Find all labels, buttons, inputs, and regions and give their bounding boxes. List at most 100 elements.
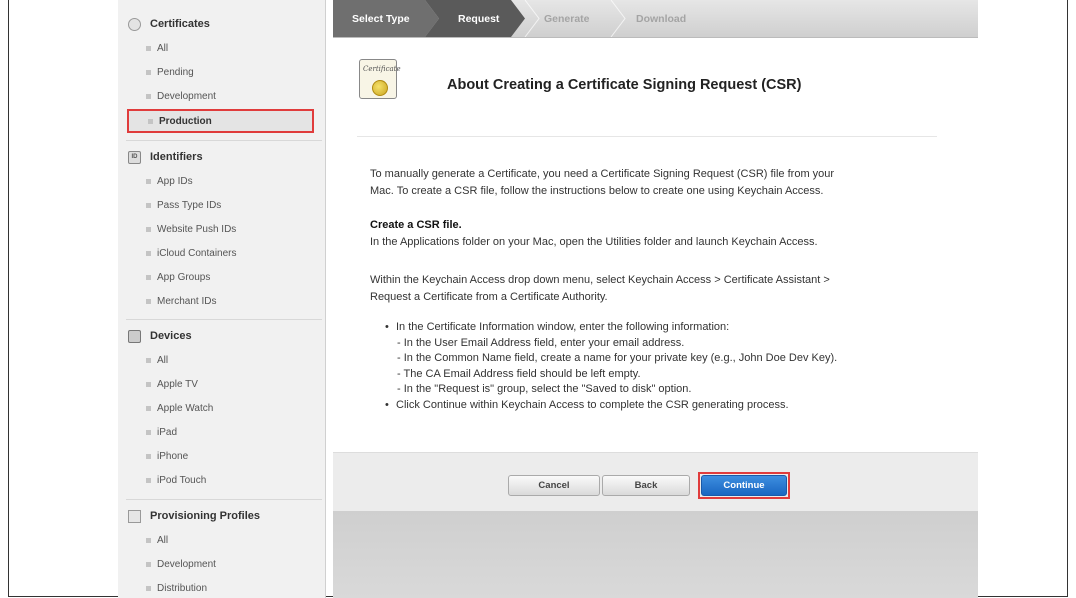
bullet-icon [146,226,151,232]
step-separator [610,0,626,37]
bullet-icon [146,453,151,459]
sidebar-divider [126,319,322,320]
sidebar-item-app-groups[interactable]: App Groups [146,268,210,286]
create-csr-section: Create a CSR file. In the Applications f… [370,217,818,251]
bullet-icon [146,274,151,280]
sidebar-item-label: Development [157,558,216,570]
bullet-icon [146,202,151,208]
step-download: Download [636,12,687,25]
sidebar-item-development[interactable]: Development [146,87,216,105]
sidebar-item-app-ids[interactable]: App IDs [146,172,193,190]
bullet-icon [146,429,151,435]
id-card-icon: ID [128,150,141,164]
sidebar-section-identifiers[interactable]: ID Identifiers [128,147,203,167]
sidebar-item-profiles-development[interactable]: Development [146,555,216,573]
background-area [333,511,978,598]
section-title: Certificates [150,18,210,30]
sidebar-item-ipod-touch[interactable]: iPod Touch [146,471,206,489]
bullet-icon [146,93,151,99]
bullet-icon: • [385,398,389,411]
certificate-icon-label: Certificate [363,65,401,73]
sidebar-item-label: iPod Touch [157,474,207,486]
bullet-icon [146,585,151,591]
seal-icon [372,80,388,96]
bullet-icon [146,561,151,567]
cancel-button[interactable]: Cancel [508,475,600,496]
bullet-icon [148,118,153,124]
sidebar-item-label: iPhone [157,450,189,462]
create-csr-text: In the Applications folder on your Mac, … [370,236,818,248]
bullet-icon [146,537,151,543]
menu-line: Within the Keychain Access drop down men… [370,274,830,286]
divider [357,136,937,137]
sidebar-divider [126,140,322,141]
list-subitem: - In the "Request is" group, select the … [397,383,692,395]
bullet-icon [146,69,151,75]
sidebar-item-label: Apple TV [157,378,198,390]
step-generate: Generate [544,12,590,25]
sidebar-item-profiles-all[interactable]: All [146,531,168,549]
section-title: Identifiers [150,151,203,163]
sidebar-item-label: All [157,534,169,546]
bullet-icon [146,477,151,483]
sidebar-item-label: All [157,42,169,54]
intro-line: Mac. To create a CSR file, follow the in… [370,185,824,197]
list-item: • In the Certificate Information window, … [385,320,837,336]
sidebar-item-label: Website Push IDs [157,223,237,235]
list-item-text: Click Continue within Keychain Access to… [396,398,789,411]
sidebar-item-ipad[interactable]: iPad [146,423,177,441]
bullet-icon [146,45,151,51]
continue-button[interactable]: Continue [701,475,787,496]
list-subitem: - The CA Email Address field should be l… [397,367,641,380]
sidebar-item-certificates-all[interactable]: All [146,39,168,57]
sidebar-item-pass-type-ids[interactable]: Pass Type IDs [146,196,221,214]
sidebar: Certificates All Pending Development ID … [118,0,326,598]
step-progress-bar: Select Type Request Generate Download [333,0,978,38]
list-item-text: In the Certificate Information window, e… [396,321,730,333]
sidebar-item-iphone[interactable]: iPhone [146,447,188,465]
sidebar-section-certificates[interactable]: Certificates [128,14,210,34]
intro-paragraph: To manually generate a Certificate, you … [370,166,834,200]
bullet-icon [146,178,151,184]
create-csr-heading: Create a CSR file. [370,219,462,231]
main-panel: Select Type Request Generate Download Ce… [333,0,978,598]
sidebar-item-label: All [157,354,169,366]
bullet-icon [146,381,151,387]
section-title: Devices [150,330,192,342]
sidebar-item-merchant-ids[interactable]: Merchant IDs [146,292,216,310]
sidebar-item-label: Distribution [157,582,208,594]
page-title: About Creating a Certificate Signing Req… [447,77,802,93]
sidebar-item-label: Production [159,115,212,127]
action-footer: Cancel Back Continue [333,452,978,512]
sidebar-item-label: Development [157,90,216,102]
bullet-icon [146,250,151,256]
bullet-icon: • [385,321,389,333]
certificate-badge-icon [128,17,141,31]
certificate-icon: Certificate [359,59,401,99]
list-item: • Click Continue within Keychain Access t… [385,398,837,414]
sidebar-section-devices[interactable]: Devices [128,326,192,346]
step-select-type: Select Type [352,12,410,25]
list-subitem: - In the Common Name field, create a nam… [397,352,838,364]
step-separator [524,0,540,37]
sidebar-item-label: Pending [157,66,194,78]
step-request: Request [458,12,500,25]
sidebar-item-apple-watch[interactable]: Apple Watch [146,399,213,417]
sidebar-item-pending[interactable]: Pending [146,63,194,81]
sidebar-item-apple-tv[interactable]: Apple TV [146,375,198,393]
sidebar-item-production[interactable]: Production [127,109,314,133]
sidebar-item-label: iPad [157,426,178,438]
menu-instructions: Within the Keychain Access drop down men… [370,272,830,306]
sidebar-item-website-push-ids[interactable]: Website Push IDs [146,220,236,238]
back-button[interactable]: Back [602,475,690,496]
intro-line: To manually generate a Certificate, you … [370,168,835,180]
list-subitem: - In the User Email Address field, enter… [397,336,685,349]
sidebar-item-label: iCloud Containers [157,247,237,259]
sidebar-section-provisioning-profiles[interactable]: Provisioning Profiles [128,506,260,526]
sidebar-item-profiles-distribution[interactable]: Distribution [146,579,207,597]
sidebar-item-devices-all[interactable]: All [146,351,168,369]
document-icon [128,509,141,523]
sidebar-item-icloud-containers[interactable]: iCloud Containers [146,244,237,262]
instruction-list: • In the Certificate Information window, … [385,320,837,413]
bullet-icon [146,357,151,363]
